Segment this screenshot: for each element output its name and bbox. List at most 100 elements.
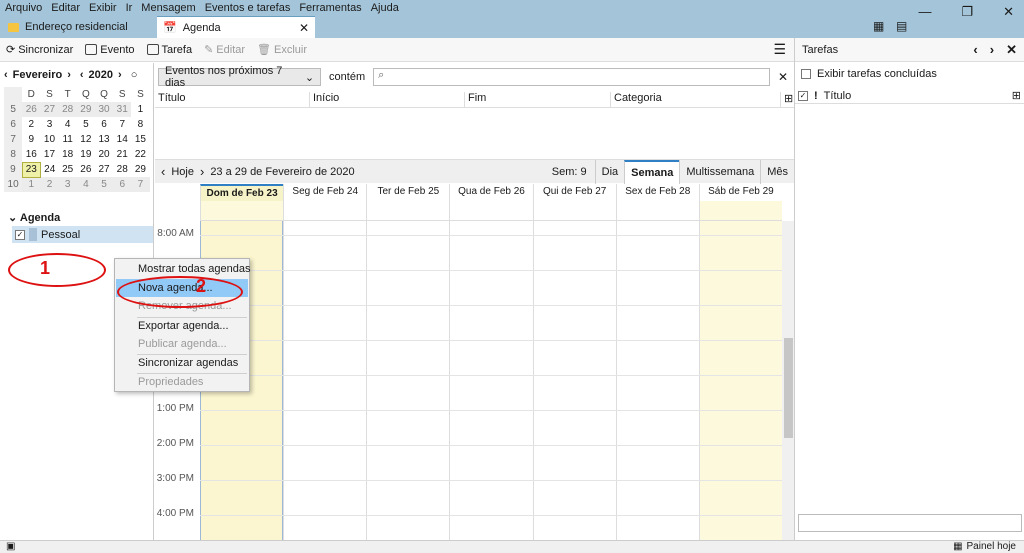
day-cell[interactable]: 1 (22, 177, 41, 192)
all-day-cell[interactable] (449, 201, 533, 221)
today-pane-toggle[interactable]: ▦ Painel hoje (953, 541, 1016, 552)
chevron-left-icon[interactable]: ‹ (973, 42, 977, 58)
view-day-tab[interactable]: Dia (594, 159, 625, 184)
tab-agenda[interactable]: 📅 Agenda ✕ (157, 16, 315, 38)
day-cell[interactable]: 26 (22, 102, 41, 117)
day-cell[interactable]: 30 (94, 102, 114, 117)
day-cell[interactable]: 28 (113, 162, 131, 177)
menu-export-calendar[interactable]: Exportar agenda... (116, 317, 248, 335)
day-cell[interactable]: 8 (131, 117, 149, 132)
menu-arquivo[interactable]: Arquivo (5, 2, 42, 14)
day-cell[interactable]: 26 (77, 162, 95, 177)
day-column[interactable] (532, 221, 616, 540)
restore-icon[interactable]: ❐ (961, 4, 973, 20)
view-week-tab[interactable]: Semana (624, 159, 680, 184)
prev-year-icon[interactable]: ‹ (80, 69, 84, 81)
col-task-title[interactable]: Título (824, 90, 852, 102)
menu-ir[interactable]: Ir (126, 2, 133, 14)
new-task-button[interactable]: Tarefa (146, 44, 192, 56)
col-fim[interactable]: Fim (465, 92, 611, 107)
next-week-icon[interactable]: › (194, 164, 210, 179)
menu-ajuda[interactable]: Ajuda (371, 2, 399, 14)
menu-mensagem[interactable]: Mensagem (141, 2, 195, 14)
column-picker-icon[interactable]: ⊞ (1012, 89, 1021, 102)
day-cell[interactable]: 7 (131, 177, 150, 192)
priority-column-icon[interactable]: ! (814, 90, 818, 102)
column-picker-icon[interactable]: ⊞ (781, 92, 793, 107)
day-cell[interactable]: 22 (131, 147, 149, 162)
window-close-icon[interactable]: ✕ (1003, 4, 1014, 20)
all-day-cell[interactable] (366, 201, 450, 221)
day-cell[interactable]: 10 (40, 132, 58, 147)
all-day-cell[interactable] (200, 201, 284, 221)
hamburger-menu-icon[interactable]: ☰ (773, 41, 786, 58)
day-cell[interactable]: 7 (113, 117, 131, 132)
day-cell[interactable]: 20 (95, 147, 113, 162)
menu-publish-calendar[interactable]: Publicar agenda... (116, 335, 248, 353)
menu-eventos[interactable]: Eventos e tarefas (205, 2, 291, 14)
day-header[interactable]: Dom de Feb 23 (200, 184, 284, 201)
day-cell[interactable]: 2 (40, 177, 59, 192)
day-cell[interactable]: 9 (22, 132, 40, 147)
minimize-icon[interactable]: — (918, 4, 931, 20)
day-cell[interactable]: 31 (113, 102, 132, 117)
day-cell[interactable]: 25 (59, 162, 77, 177)
tab-address-book[interactable]: Endereço residencial (2, 16, 154, 38)
day-cell[interactable]: 24 (40, 162, 58, 177)
event-search-input[interactable]: ⌕ (373, 68, 770, 86)
day-cell[interactable]: 1 (131, 102, 149, 117)
menu-sync-calendars[interactable]: Sincronizar agendas (116, 354, 248, 372)
day-header[interactable]: Qui de Feb 27 (532, 184, 616, 201)
menu-ferramentas[interactable]: Ferramentas (299, 2, 361, 14)
day-header[interactable]: Ter de Feb 25 (366, 184, 449, 201)
day-cell[interactable]: 14 (113, 132, 131, 147)
view-multiweek-tab[interactable]: Multissemana (679, 159, 760, 184)
checkbox-icon[interactable] (801, 69, 811, 79)
completed-column-icon[interactable]: ✓ (798, 90, 808, 101)
day-cell[interactable]: 11 (59, 132, 77, 147)
day-cell[interactable]: 23 (21, 161, 41, 178)
prev-month-icon[interactable]: ‹ (4, 69, 8, 81)
day-cell[interactable]: 4 (76, 177, 95, 192)
all-day-cell[interactable] (532, 201, 616, 221)
close-pane-icon[interactable]: ✕ (1006, 42, 1017, 58)
day-cell[interactable]: 19 (77, 147, 95, 162)
col-inicio[interactable]: Início (310, 92, 465, 107)
menu-exibir[interactable]: Exibir (89, 2, 117, 14)
day-cell[interactable]: 2 (22, 117, 40, 132)
prev-week-icon[interactable]: ‹ (155, 164, 171, 179)
day-cell[interactable]: 28 (58, 102, 77, 117)
day-cell[interactable]: 27 (40, 102, 59, 117)
day-cell[interactable]: 3 (58, 177, 77, 192)
today-button[interactable]: Hoje (171, 166, 194, 178)
new-event-button[interactable]: Evento (85, 44, 135, 56)
day-header[interactable]: Sáb de Feb 29 (698, 184, 782, 201)
edit-button[interactable]: ✎ Editar (204, 43, 245, 57)
today-dot-icon[interactable]: ○ (131, 69, 138, 81)
day-cell[interactable]: 6 (113, 177, 132, 192)
all-day-cell[interactable] (283, 201, 367, 221)
day-cell[interactable]: 13 (95, 132, 113, 147)
day-cell[interactable]: 16 (22, 147, 40, 162)
new-task-input[interactable] (798, 514, 1022, 532)
day-column[interactable] (283, 221, 366, 540)
delete-button[interactable]: 🗑 Excluir (257, 43, 307, 57)
day-header[interactable]: Seg de Feb 24 (283, 184, 366, 201)
day-column[interactable] (449, 221, 532, 540)
close-filter-icon[interactable]: ✕ (778, 70, 788, 84)
day-cell[interactable]: 5 (77, 117, 95, 132)
show-completed-toggle[interactable]: Exibir tarefas concluídas (801, 68, 937, 80)
day-cell[interactable]: 15 (131, 132, 149, 147)
col-categoria[interactable]: Categoria (611, 92, 781, 107)
menu-properties[interactable]: Propriedades (116, 373, 248, 391)
event-filter-select[interactable]: Eventos nos próximos 7 dias ⌄ (158, 65, 322, 89)
day-cell[interactable]: 4 (59, 117, 77, 132)
day-column[interactable] (366, 221, 449, 540)
day-cell[interactable]: 6 (95, 117, 113, 132)
next-month-icon[interactable]: › (67, 69, 71, 81)
scroll-thumb[interactable] (784, 338, 793, 438)
col-titulo[interactable]: Título (155, 92, 310, 107)
checkbox-icon[interactable]: ✓ (15, 229, 25, 240)
chevron-right-icon[interactable]: › (990, 42, 994, 58)
day-column[interactable] (698, 221, 782, 540)
